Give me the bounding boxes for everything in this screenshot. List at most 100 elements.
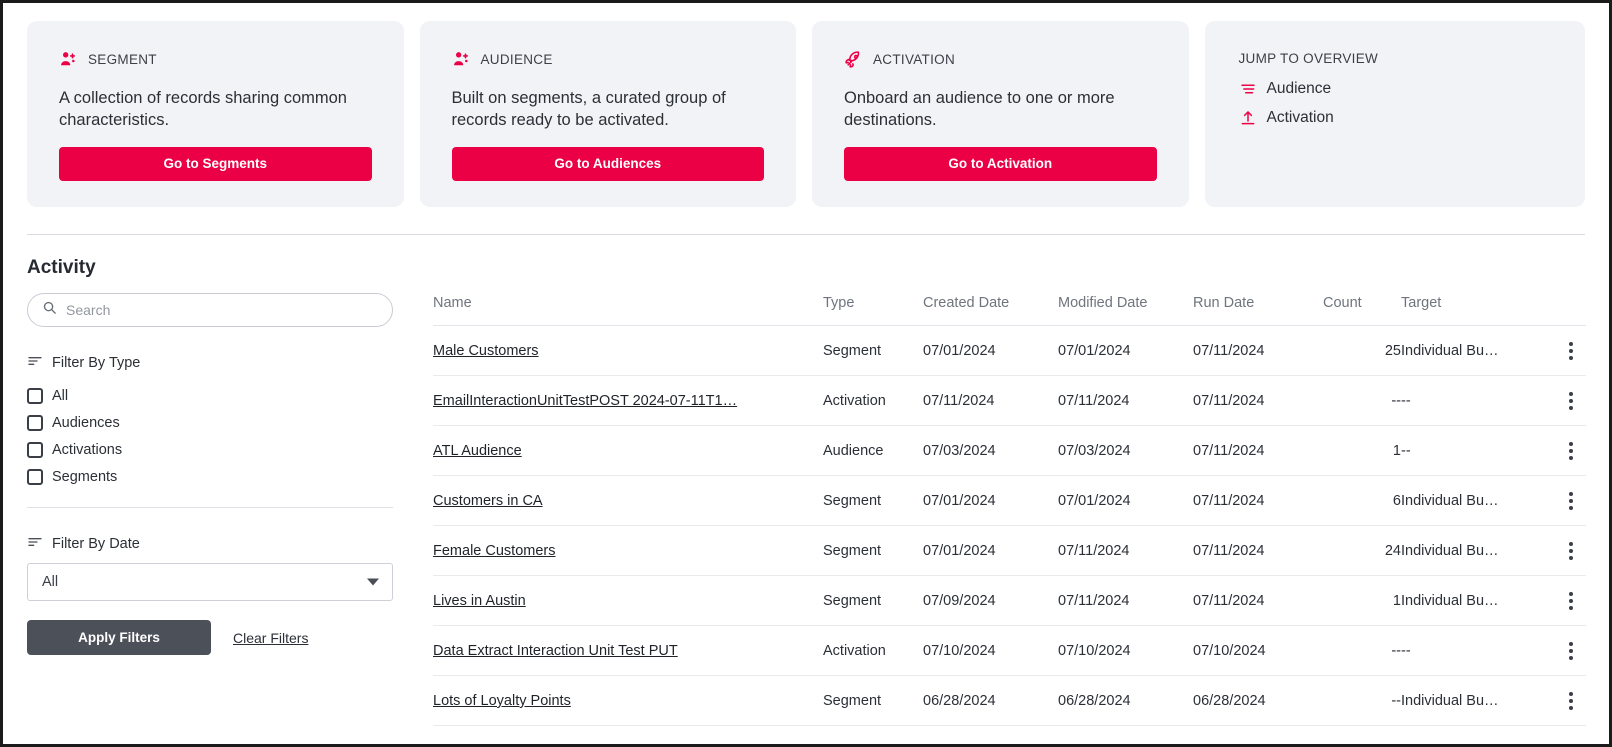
card-activation-kicker: ACTIVATION — [873, 52, 955, 67]
table-row: Lives in AustinSegment07/09/202407/11/20… — [433, 576, 1586, 626]
cell-run: 07/11/2024 — [1193, 526, 1323, 576]
clear-filters-link[interactable]: Clear Filters — [233, 630, 308, 646]
row-name-link[interactable]: Male Customers — [433, 343, 539, 359]
cell-target: Individual Bu… — [1401, 676, 1526, 726]
column-header-target[interactable]: Target — [1401, 295, 1526, 326]
cell-count: -- — [1323, 676, 1401, 726]
cell-target: Individual Bu… — [1401, 526, 1526, 576]
cell-count: -- — [1323, 376, 1401, 426]
filter-type-option-segments[interactable]: Segments — [27, 463, 393, 490]
kebab-menu-icon[interactable] — [1526, 392, 1586, 410]
apply-filters-button[interactable]: Apply Filters — [27, 620, 211, 655]
row-name-link[interactable]: Lots of Loyalty Points — [433, 693, 571, 709]
column-header-type[interactable]: Type — [823, 295, 923, 326]
chevron-down-icon[interactable] — [367, 579, 379, 586]
cell-modified: 06/28/2024 — [1058, 676, 1193, 726]
date-filter-select-wrap: All — [27, 563, 393, 601]
kebab-menu-icon[interactable] — [1526, 642, 1586, 660]
checkbox-audiences[interactable] — [27, 415, 43, 431]
row-name-link[interactable]: Female Customers — [433, 543, 555, 559]
checkbox-segments[interactable] — [27, 469, 43, 485]
column-header-count[interactable]: Count — [1323, 295, 1401, 326]
table-row: Male CustomersSegment07/01/202407/01/202… — [433, 326, 1586, 376]
row-name-link[interactable]: Lives in Austin — [433, 593, 526, 609]
jump-link-activation[interactable]: Activation — [1239, 109, 1552, 127]
cell-actions — [1526, 576, 1586, 626]
row-name-link[interactable]: Customers in CA — [433, 493, 543, 509]
filter-lines-icon — [27, 534, 43, 554]
cell-target: Individual Bu… — [1401, 576, 1526, 626]
card-jump-to-overview: JUMP TO OVERVIEW Audience Act — [1205, 21, 1586, 207]
card-activation-header: ACTIVATION — [844, 49, 1157, 69]
cell-type: Segment — [823, 676, 923, 726]
cell-run: 06/28/2024 — [1193, 676, 1323, 726]
cell-modified: 07/01/2024 — [1058, 476, 1193, 526]
checkbox-activations[interactable] — [27, 442, 43, 458]
upload-arrow-icon — [1239, 109, 1257, 127]
cell-count: 25 — [1323, 326, 1401, 376]
table-row: Customers in CASegment07/01/202407/01/20… — [433, 476, 1586, 526]
kebab-menu-icon[interactable] — [1526, 542, 1586, 560]
column-header-name[interactable]: Name — [433, 295, 823, 326]
card-audience: AUDIENCE Built on segments, a curated gr… — [420, 21, 797, 207]
kebab-menu-icon[interactable] — [1526, 342, 1586, 360]
search-input[interactable] — [66, 302, 378, 318]
card-segment-header: SEGMENT — [59, 49, 372, 69]
cell-created: 06/28/2024 — [923, 676, 1058, 726]
go-to-segments-button[interactable]: Go to Segments — [59, 147, 372, 181]
row-name-link[interactable]: Data Extract Interaction Unit Test PUT — [433, 643, 678, 659]
table-row: Female CustomersSegment07/01/202407/11/2… — [433, 526, 1586, 576]
checkbox-all[interactable] — [27, 388, 43, 404]
filter-type-option-activations[interactable]: Activations — [27, 436, 393, 463]
cell-modified: 07/01/2024 — [1058, 326, 1193, 376]
cell-type: Segment — [823, 476, 923, 526]
cell-created: 07/01/2024 — [923, 326, 1058, 376]
cell-name: Male Customers — [433, 326, 823, 376]
audience-people-icon — [452, 49, 472, 69]
row-name-link[interactable]: ATL Audience — [433, 443, 522, 459]
table-row: Lots of Loyalty PointsSegment06/28/20240… — [433, 676, 1586, 726]
filter-actions: Apply Filters Clear Filters — [27, 620, 393, 655]
date-filter-select[interactable]: All — [27, 563, 393, 601]
cell-actions — [1526, 426, 1586, 476]
row-name-link[interactable]: EmailInteractionUnitTestPOST 2024-07-11T… — [433, 393, 737, 409]
cell-run: 07/11/2024 — [1193, 476, 1323, 526]
kebab-menu-icon[interactable] — [1526, 442, 1586, 460]
cell-type: Segment — [823, 326, 923, 376]
column-header-modified[interactable]: Modified Date — [1058, 295, 1193, 326]
jump-link-audience[interactable]: Audience — [1239, 80, 1552, 98]
cell-name: ATL Audience — [433, 426, 823, 476]
cell-count: 1 — [1323, 426, 1401, 476]
filter-type-option-all[interactable]: All — [27, 382, 393, 409]
checkbox-all-label: All — [52, 388, 68, 404]
kebab-menu-icon[interactable] — [1526, 692, 1586, 710]
cell-run: 07/11/2024 — [1193, 426, 1323, 476]
cell-count: 6 — [1323, 476, 1401, 526]
cell-modified: 07/03/2024 — [1058, 426, 1193, 476]
cell-count: -- — [1323, 626, 1401, 676]
cell-type: Segment — [823, 526, 923, 576]
cell-run: 07/11/2024 — [1193, 576, 1323, 626]
cell-modified: 07/11/2024 — [1058, 526, 1193, 576]
cell-run: 07/11/2024 — [1193, 376, 1323, 426]
list-lines-icon — [1239, 80, 1257, 98]
card-activation: ACTIVATION Onboard an audience to one or… — [812, 21, 1189, 207]
filter-type-option-audiences[interactable]: Audiences — [27, 409, 393, 436]
checkbox-segments-label: Segments — [52, 469, 117, 485]
cell-name: Lives in Austin — [433, 576, 823, 626]
search-icon — [42, 300, 57, 320]
jump-link-activation-label: Activation — [1267, 109, 1334, 127]
search-box[interactable] — [27, 293, 393, 327]
kebab-menu-icon[interactable] — [1526, 492, 1586, 510]
column-header-created[interactable]: Created Date — [923, 295, 1058, 326]
card-audience-description: Built on segments, a curated group of re… — [452, 87, 765, 131]
kebab-menu-icon[interactable] — [1526, 592, 1586, 610]
go-to-activation-button[interactable]: Go to Activation — [844, 147, 1157, 181]
cell-target: -- — [1401, 376, 1526, 426]
column-header-run[interactable]: Run Date — [1193, 295, 1323, 326]
rocket-icon — [844, 49, 864, 69]
cell-type: Activation — [823, 626, 923, 676]
cell-actions — [1526, 626, 1586, 676]
go-to-audiences-button[interactable]: Go to Audiences — [452, 147, 765, 181]
cell-type: Segment — [823, 576, 923, 626]
